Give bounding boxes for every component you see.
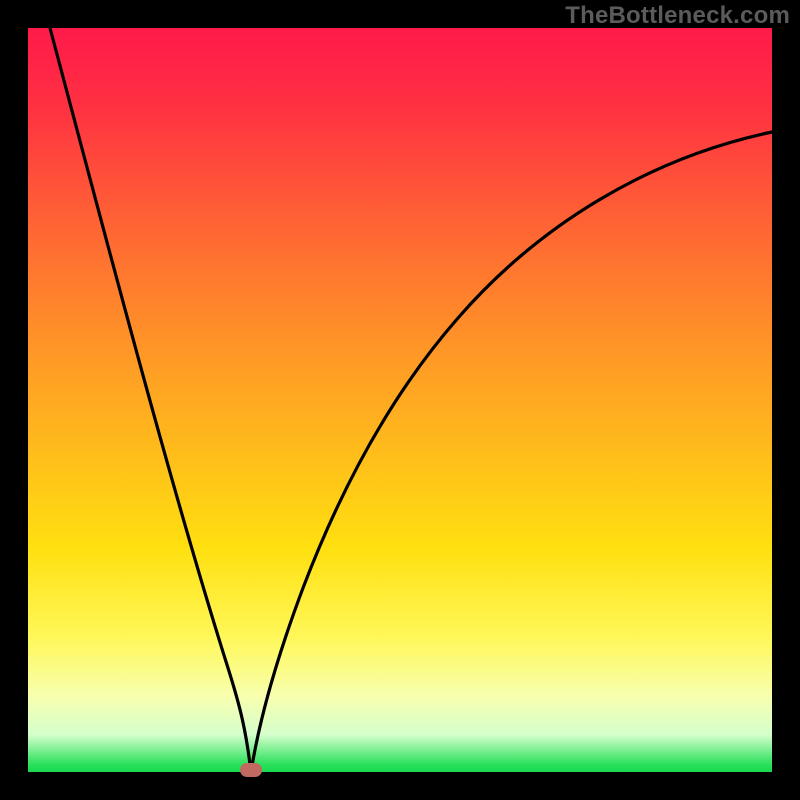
watermark-text: TheBottleneck.com <box>565 2 790 30</box>
bottleneck-curve <box>28 28 772 772</box>
curve-left-branch <box>50 28 251 772</box>
plot-area <box>28 28 772 772</box>
chart-frame: TheBottleneck.com <box>0 0 800 800</box>
minimum-marker <box>240 763 262 777</box>
curve-right-branch <box>251 132 772 772</box>
